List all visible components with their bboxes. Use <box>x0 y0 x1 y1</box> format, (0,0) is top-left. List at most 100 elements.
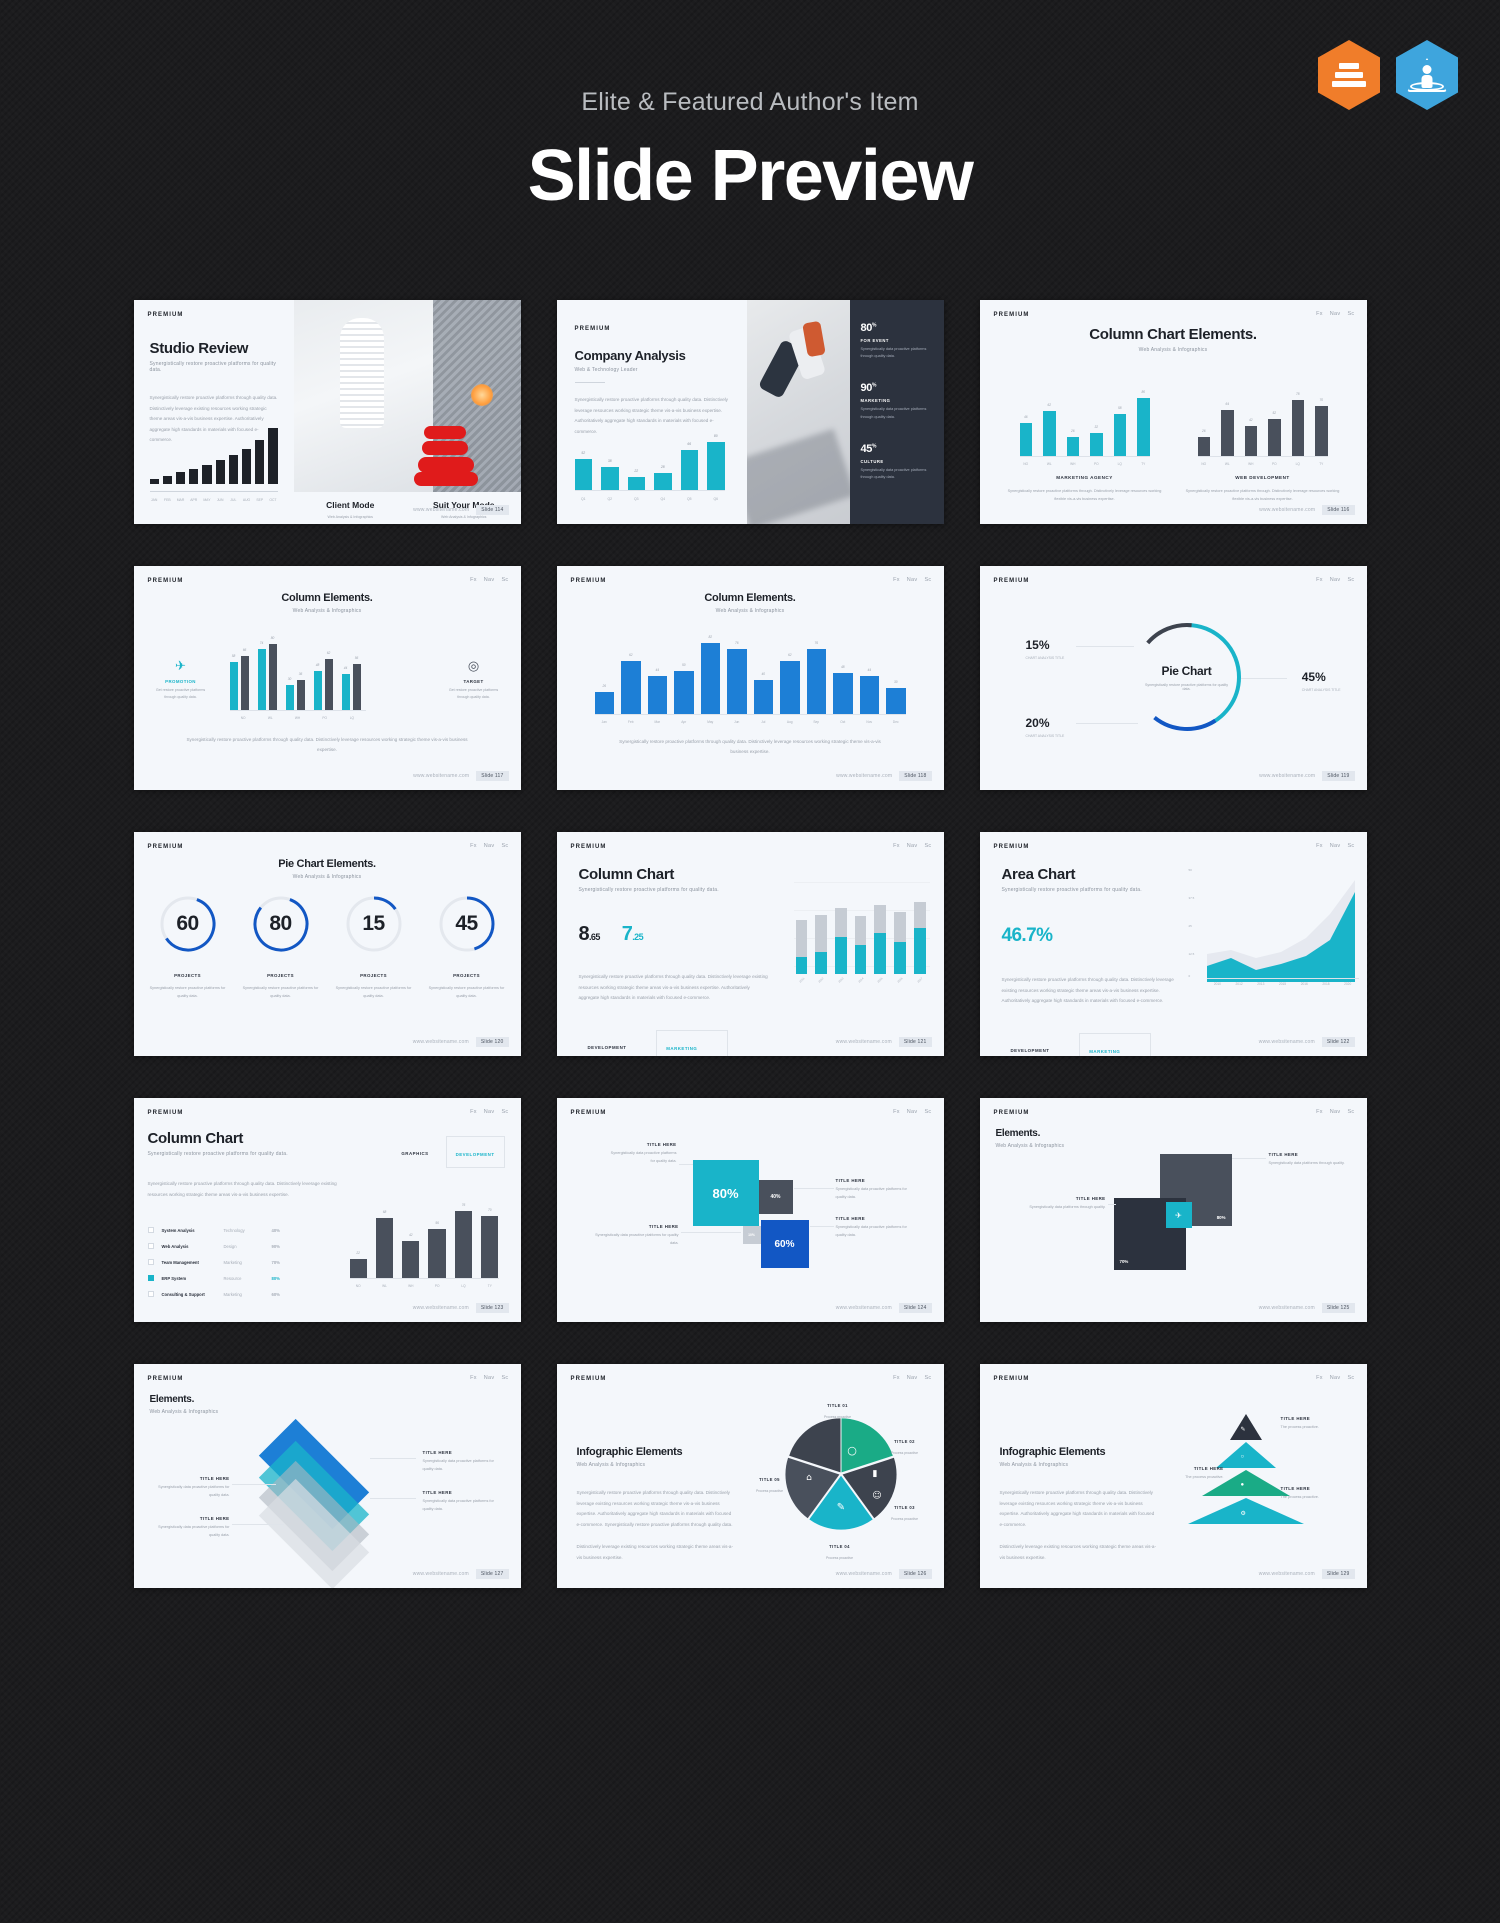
slide-column-elements-dual[interactable]: PREMIUM Fx Nav Sc Column Elements. Web Ana… <box>133 566 521 790</box>
leader-line <box>369 1498 416 1499</box>
table-row[interactable]: Consulting & Support Marketing 60% <box>147 1286 338 1302</box>
slide-infographic-pyramid[interactable]: PREMIUM Fx Nav Sc Infographic Elements Web… <box>979 1364 1367 1588</box>
slide-number: Slide 126 <box>898 1569 932 1579</box>
window-controls[interactable]: Fx Nav Sc <box>470 1375 508 1381</box>
slide-square-infographic[interactable]: PREMIUM Fx Nav Sc 80% 40% 10% 60% TITLE HE… <box>556 1098 944 1322</box>
slide-pie-chart[interactable]: PREMIUM Fx Nav Sc Pie Chart Synergisticall… <box>979 566 1367 790</box>
window-controls[interactable]: Fx Nav Sc <box>1316 1375 1354 1381</box>
tab-marketing[interactable]: MARKETING Synergistically restore proact… <box>1079 1032 1151 1056</box>
slide-elements-squares[interactable]: PREMIUM Fx Nav Sc Elements. Web Analysis &… <box>979 1098 1367 1322</box>
callout-1: TITLE HERE The process proactive. <box>1281 1416 1353 1432</box>
handshake-photo <box>746 300 850 524</box>
bestseller-badge-icon[interactable] <box>1318 40 1380 110</box>
mode-label: Client Mode <box>326 500 375 510</box>
slide-infographic-pie-icons[interactable]: PREMIUM Fx Nav Sc Infographic Elements Web… <box>556 1364 944 1588</box>
row-checkbox[interactable] <box>147 1243 154 1250</box>
slide-number: Slide 122 <box>1321 1037 1355 1047</box>
slide-column-chart-table[interactable]: PREMIUM Fx Nav Sc Column Chart Synergistic… <box>133 1098 521 1322</box>
square-80: 80% <box>692 1160 759 1226</box>
callout-2: TITLE HERE Synergistically data proactiv… <box>593 1224 678 1247</box>
slide-column-chart-elements[interactable]: PREMIUM Fx Nav Sc Column Chart Elements. W… <box>979 300 1367 524</box>
pie-label-sub: Process proactive <box>756 1489 783 1493</box>
donut-sublabel: CHART ANALYSIS TITLE <box>1025 734 1065 738</box>
gauge-row: 60 PROJECTS Synergistically restore proa… <box>148 894 507 1000</box>
gauge-value: 15 <box>362 912 385 935</box>
leader-line <box>1240 678 1287 679</box>
stat-development: 8.65 <box>578 923 601 946</box>
callout-desc: The process proactive. <box>1280 1425 1319 1429</box>
pie-label-sub: Process proactive <box>891 1451 918 1455</box>
pie-label-title: TITLE 01 <box>827 1403 848 1408</box>
slide-area-chart[interactable]: PREMIUM Fx Nav Sc Area Chart Synergistical… <box>979 832 1367 1056</box>
square-accent: ✈ <box>1165 1202 1192 1228</box>
window-controls[interactable]: Fx Nav Sc <box>893 843 931 849</box>
mode-client[interactable]: Client Mode Web Analysis & Infographics <box>294 492 408 524</box>
window-controls[interactable]: Fx Nav Sc <box>1316 843 1354 849</box>
slide-company-analysis[interactable]: PREMIUM Company Analysis Web & Technolog… <box>556 300 944 524</box>
row-checkbox[interactable] <box>147 1291 154 1298</box>
stat-marketing: 90% MARKETING Synergistically data proac… <box>861 382 933 420</box>
slide-left-panel: Infographic Elements Web Analysis & Info… <box>1000 1446 1158 1563</box>
slide-subtitle: Synergistically restore proactive platfo… <box>1001 887 1142 893</box>
window-controls[interactable]: Fx Nav Sc <box>470 843 508 849</box>
table-row[interactable]: ERP System Resource 80% <box>147 1270 338 1286</box>
slide-footer: www.websitename.com Slide 120 <box>413 1037 509 1047</box>
pie-label-title: TITLE 04 <box>829 1544 850 1549</box>
caption-text: Synergistically restore proactive platfo… <box>1185 489 1340 502</box>
tab-graphics[interactable]: GRAPHICS <box>392 1136 437 1166</box>
tab-development[interactable]: DEVELOPMENT Synergistically restore proa… <box>579 1030 649 1056</box>
svg-text:▮: ▮ <box>872 1469 877 1479</box>
bar-chart <box>349 1190 499 1278</box>
window-controls[interactable]: Fx Nav Sc <box>893 1109 931 1115</box>
row-value: 60% <box>271 1291 280 1297</box>
window-controls[interactable]: Fx Nav Sc <box>1316 577 1354 583</box>
leader-line <box>678 1164 693 1165</box>
slide-pie-chart-elements[interactable]: PREMIUM Fx Nav Sc Pie Chart Elements. Web … <box>133 832 521 1056</box>
tab-marketing[interactable]: MARKETING Synergistically restore proact… <box>656 1029 728 1056</box>
window-controls[interactable]: Fx Nav Sc <box>470 577 508 583</box>
row-checkbox[interactable] <box>147 1275 154 1282</box>
slide-number: Slide 124 <box>898 1303 932 1313</box>
footer-url: www.websitename.com <box>835 1039 892 1045</box>
slide-heading: Elements. Web Analysis & Infographics <box>150 1394 219 1415</box>
slide-elements-layers[interactable]: PREMIUM Fx Nav Sc Elements. Web Analysis &… <box>133 1364 521 1588</box>
tab-development[interactable]: DEVELOPMENT Synergistically restore proa… <box>1002 1033 1072 1056</box>
tab-development[interactable]: DEVELOPMENT <box>445 1136 505 1168</box>
chart-axis <box>1206 978 1359 979</box>
slide-footnote: Synergistically restore proactive platfo… <box>619 738 881 755</box>
callout-3: TITLE HERE Synergistically data proactiv… <box>423 1450 505 1473</box>
slide-heading: Column Elements. Web Analysis & Infograp… <box>134 592 521 614</box>
gauge-desc: Synergistically restore proactive platfo… <box>149 986 226 998</box>
window-controls[interactable]: Fx Nav Sc <box>893 577 931 583</box>
table-row[interactable]: Team Management Marketing 70% <box>147 1254 338 1270</box>
slide-column-chart-stats[interactable]: PREMIUM Fx Nav Sc Column Chart Synergistic… <box>556 832 944 1056</box>
slide-body: Synergistically restore proactive platfo… <box>576 1490 733 1527</box>
window-controls[interactable]: Fx Nav Sc <box>1316 311 1354 317</box>
window-controls[interactable]: Fx Nav Sc <box>1316 1109 1354 1115</box>
window-controls[interactable]: Fx Nav Sc <box>470 1109 508 1115</box>
callout-2: TITLE HERE Synergistically data proactiv… <box>154 1516 229 1539</box>
square-label: 80% <box>1216 1215 1226 1220</box>
author-badge-icon[interactable] <box>1396 40 1458 110</box>
brand-label: PREMIUM <box>993 312 1030 318</box>
slide-subtitle: Web Analysis & Infographics <box>999 1462 1069 1468</box>
brand-label: PREMIUM <box>147 1376 184 1382</box>
table-row[interactable]: System Analysis Technology 40% <box>147 1222 338 1238</box>
stat-whole: 8 <box>578 923 590 945</box>
slide-column-elements-blue[interactable]: PREMIUM Fx Nav Sc Column Elements. Web Ana… <box>556 566 944 790</box>
gauge-45: 45 PROJECTS Synergistically restore proa… <box>427 894 507 1000</box>
slide-title: Infographic Elements <box>999 1446 1106 1458</box>
row-checkbox[interactable] <box>147 1227 154 1234</box>
slide-subtitle: Synergistically restore proactive platfo… <box>147 1151 288 1157</box>
row-checkbox[interactable] <box>147 1259 154 1266</box>
target-desc: Get restore proactive platforms through … <box>448 688 499 700</box>
callout-4: TITLE HERE Synergistically data proactiv… <box>423 1490 505 1513</box>
table-row[interactable]: Web Analysis Design 90% <box>147 1238 338 1254</box>
slide-footer: www.websitename.com Slide 124 <box>836 1303 932 1313</box>
slide-subtitle: Web Analysis & Infographics <box>576 1462 646 1468</box>
callout-desc: The process proactive. <box>1280 1495 1319 1499</box>
slide-studio-review[interactable]: PREMIUM Studio Review Synergistically re… <box>133 300 521 524</box>
window-controls[interactable]: Fx Nav Sc <box>893 1375 931 1381</box>
donut-center-sub: Synergistically restore proactive platfo… <box>1144 682 1229 691</box>
callout-1: TITLE HERE Synergistically data proactiv… <box>607 1142 677 1165</box>
